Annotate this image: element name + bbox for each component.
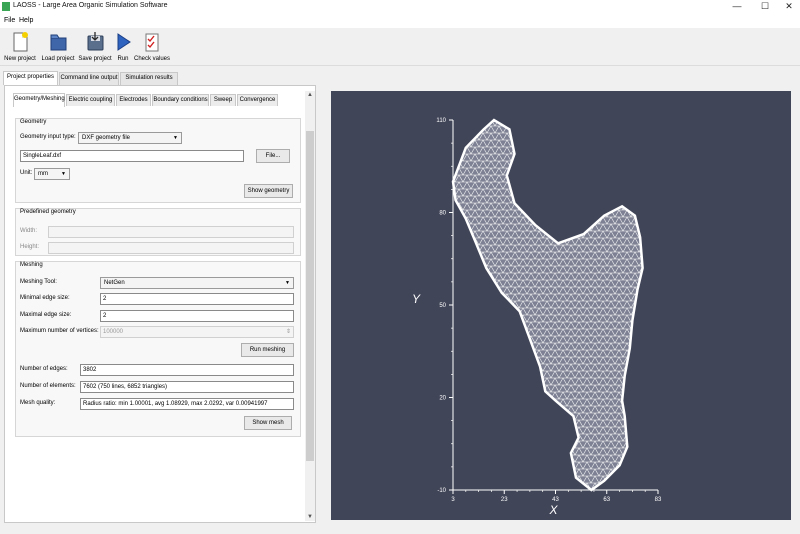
max-edge-field[interactable]: 2 xyxy=(100,310,294,322)
x-tick-label: 23 xyxy=(501,497,508,503)
save-project-button[interactable]: Save project xyxy=(78,31,112,65)
meshing-title: Meshing xyxy=(20,262,43,268)
show-mesh-button[interactable]: Show mesh xyxy=(244,416,292,430)
min-edge-field[interactable]: 2 xyxy=(100,293,294,305)
scroll-thumb[interactable] xyxy=(306,131,314,461)
geometry-file-field[interactable]: SingleLeaf.dxf xyxy=(20,150,244,162)
main-tabs: Project properties Command line output S… xyxy=(0,70,800,85)
new-project-label: New project xyxy=(4,56,36,62)
min-edge-label: Minimal edge size: xyxy=(20,295,70,301)
tab-sweep[interactable]: Sweep xyxy=(210,94,236,106)
predefined-geometry-title: Predefined geometry xyxy=(20,209,76,215)
x-axis-label: X xyxy=(548,503,558,517)
mesh-quality-field[interactable]: Radius ratio: min 1.00001, avg 1.08929, … xyxy=(80,398,294,410)
geometry-group: Geometry Geometry input type: DXF geomet… xyxy=(15,118,301,203)
run-label: Run xyxy=(117,56,129,62)
y-axis-label: Y xyxy=(412,292,421,306)
y-tick-label: -10 xyxy=(437,488,446,494)
y-tick-label: 110 xyxy=(436,118,446,124)
project-properties-panel: Geometry/Meshing Electric coupling Elect… xyxy=(4,85,316,523)
chevron-down-icon: ▼ xyxy=(173,135,178,141)
menu-bar: File Help xyxy=(0,14,800,28)
mesh-viewport[interactable]: 3 23 43 63 83 -10 20 50 80 110 X Y xyxy=(331,91,791,520)
app-icon xyxy=(2,2,10,11)
unit-label: Unit: xyxy=(20,170,33,176)
show-geometry-button[interactable]: Show geometry xyxy=(244,184,293,198)
leaf-mesh-triangles xyxy=(453,120,643,490)
mesh-plot: 3 23 43 63 83-10205080110 X Y xyxy=(412,118,662,517)
height-label: Height: xyxy=(20,244,40,250)
geometry-input-type-label: Geometry input type: xyxy=(20,134,76,140)
meshing-tool-select[interactable]: NetGen ▼ xyxy=(100,277,294,289)
play-icon xyxy=(117,33,131,51)
elements-label: Number of elements: xyxy=(20,383,76,389)
new-project-button[interactable]: New project xyxy=(2,31,38,65)
tab-geometry-meshing[interactable]: Geometry/Meshing xyxy=(13,93,65,107)
run-button[interactable]: Run xyxy=(113,31,133,65)
x-tick-label: 63 xyxy=(603,497,610,503)
check-values-label: Check values xyxy=(134,56,171,62)
predefined-geometry-group: Predefined geometry Width: Height: xyxy=(15,208,301,256)
geometry-input-type-value: DXF geometry file xyxy=(82,135,131,141)
menu-help[interactable]: Help xyxy=(19,17,33,24)
meshing-tool-label: Meshing Tool: xyxy=(20,279,57,285)
load-project-button[interactable]: Load project xyxy=(40,31,76,65)
scroll-down-icon[interactable]: ▼ xyxy=(305,513,315,521)
window-title: LAOSS - Large Area Organic Simulation So… xyxy=(13,2,168,9)
close-button[interactable]: ✕ xyxy=(778,0,800,14)
panel-scrollbar[interactable]: ▲ ▼ xyxy=(305,91,315,521)
unit-value: mm xyxy=(38,171,48,177)
geometry-title: Geometry xyxy=(20,119,47,125)
load-project-label: Load project xyxy=(41,56,75,62)
menu-file[interactable]: File xyxy=(4,17,15,24)
y-tick-label: 20 xyxy=(439,396,446,402)
save-icon xyxy=(87,32,104,51)
meshing-tool-value: NetGen xyxy=(104,280,125,286)
edges-field[interactable]: 3802 xyxy=(80,364,294,376)
save-project-label: Save project xyxy=(78,56,112,62)
check-values-button[interactable]: Check values xyxy=(134,31,170,65)
tab-command-line-output[interactable]: Command line output xyxy=(59,72,119,85)
max-vertices-field[interactable]: 100000 ⇕ xyxy=(100,326,294,338)
toolbar: New project Load project Save project Ru… xyxy=(0,28,800,66)
spinner-icon[interactable]: ⇕ xyxy=(286,327,291,337)
y-tick-label: 50 xyxy=(439,303,446,309)
title-bar: LAOSS - Large Area Organic Simulation So… xyxy=(0,0,800,14)
new-document-icon xyxy=(13,32,28,52)
width-label: Width: xyxy=(20,228,38,234)
tab-electrodes[interactable]: Electrodes xyxy=(116,94,151,106)
file-browse-button[interactable]: File... xyxy=(256,149,290,163)
mesh-quality-label: Mesh quality: xyxy=(20,400,56,406)
meshing-group: Meshing Meshing Tool: NetGen ▼ Minimal e… xyxy=(15,261,301,437)
tab-boundary-conditions[interactable]: Boundary conditions xyxy=(152,94,209,106)
scroll-up-icon[interactable]: ▲ xyxy=(305,91,315,99)
unit-select[interactable]: mm ▼ xyxy=(34,168,70,180)
chevron-down-icon: ▼ xyxy=(285,280,290,286)
edges-label: Number of edges: xyxy=(20,366,68,372)
tab-simulation-results[interactable]: Simulation results xyxy=(120,72,178,85)
maximize-button[interactable]: ☐ xyxy=(754,0,776,14)
settings-tabs: Geometry/Meshing Electric coupling Elect… xyxy=(11,93,297,107)
minimize-button[interactable]: — xyxy=(726,0,748,14)
load-folder-icon xyxy=(50,34,67,51)
chevron-down-icon: ▼ xyxy=(61,171,66,177)
max-vertices-value: 100000 xyxy=(103,329,124,335)
y-tick-label: 80 xyxy=(439,211,446,217)
leaf-mesh xyxy=(451,118,644,492)
geometry-input-type-select[interactable]: DXF geometry file ▼ xyxy=(78,132,182,144)
height-field[interactable] xyxy=(48,242,294,254)
max-edge-label: Maximal edge size: xyxy=(20,312,72,318)
run-meshing-button[interactable]: Run meshing xyxy=(241,343,294,357)
checklist-icon xyxy=(145,33,159,52)
tab-convergence[interactable]: Convergence xyxy=(237,94,278,106)
x-tick-label: 83 xyxy=(655,497,662,503)
x-tick-label: 3 xyxy=(451,497,455,503)
tab-project-properties[interactable]: Project properties xyxy=(3,71,58,85)
tab-electric-coupling[interactable]: Electric coupling xyxy=(66,94,115,106)
elements-field[interactable]: 7602 (750 lines, 6852 triangles) xyxy=(80,381,294,393)
max-vertices-label: Maximum number of vertices: xyxy=(20,328,99,334)
width-field[interactable] xyxy=(48,226,294,238)
